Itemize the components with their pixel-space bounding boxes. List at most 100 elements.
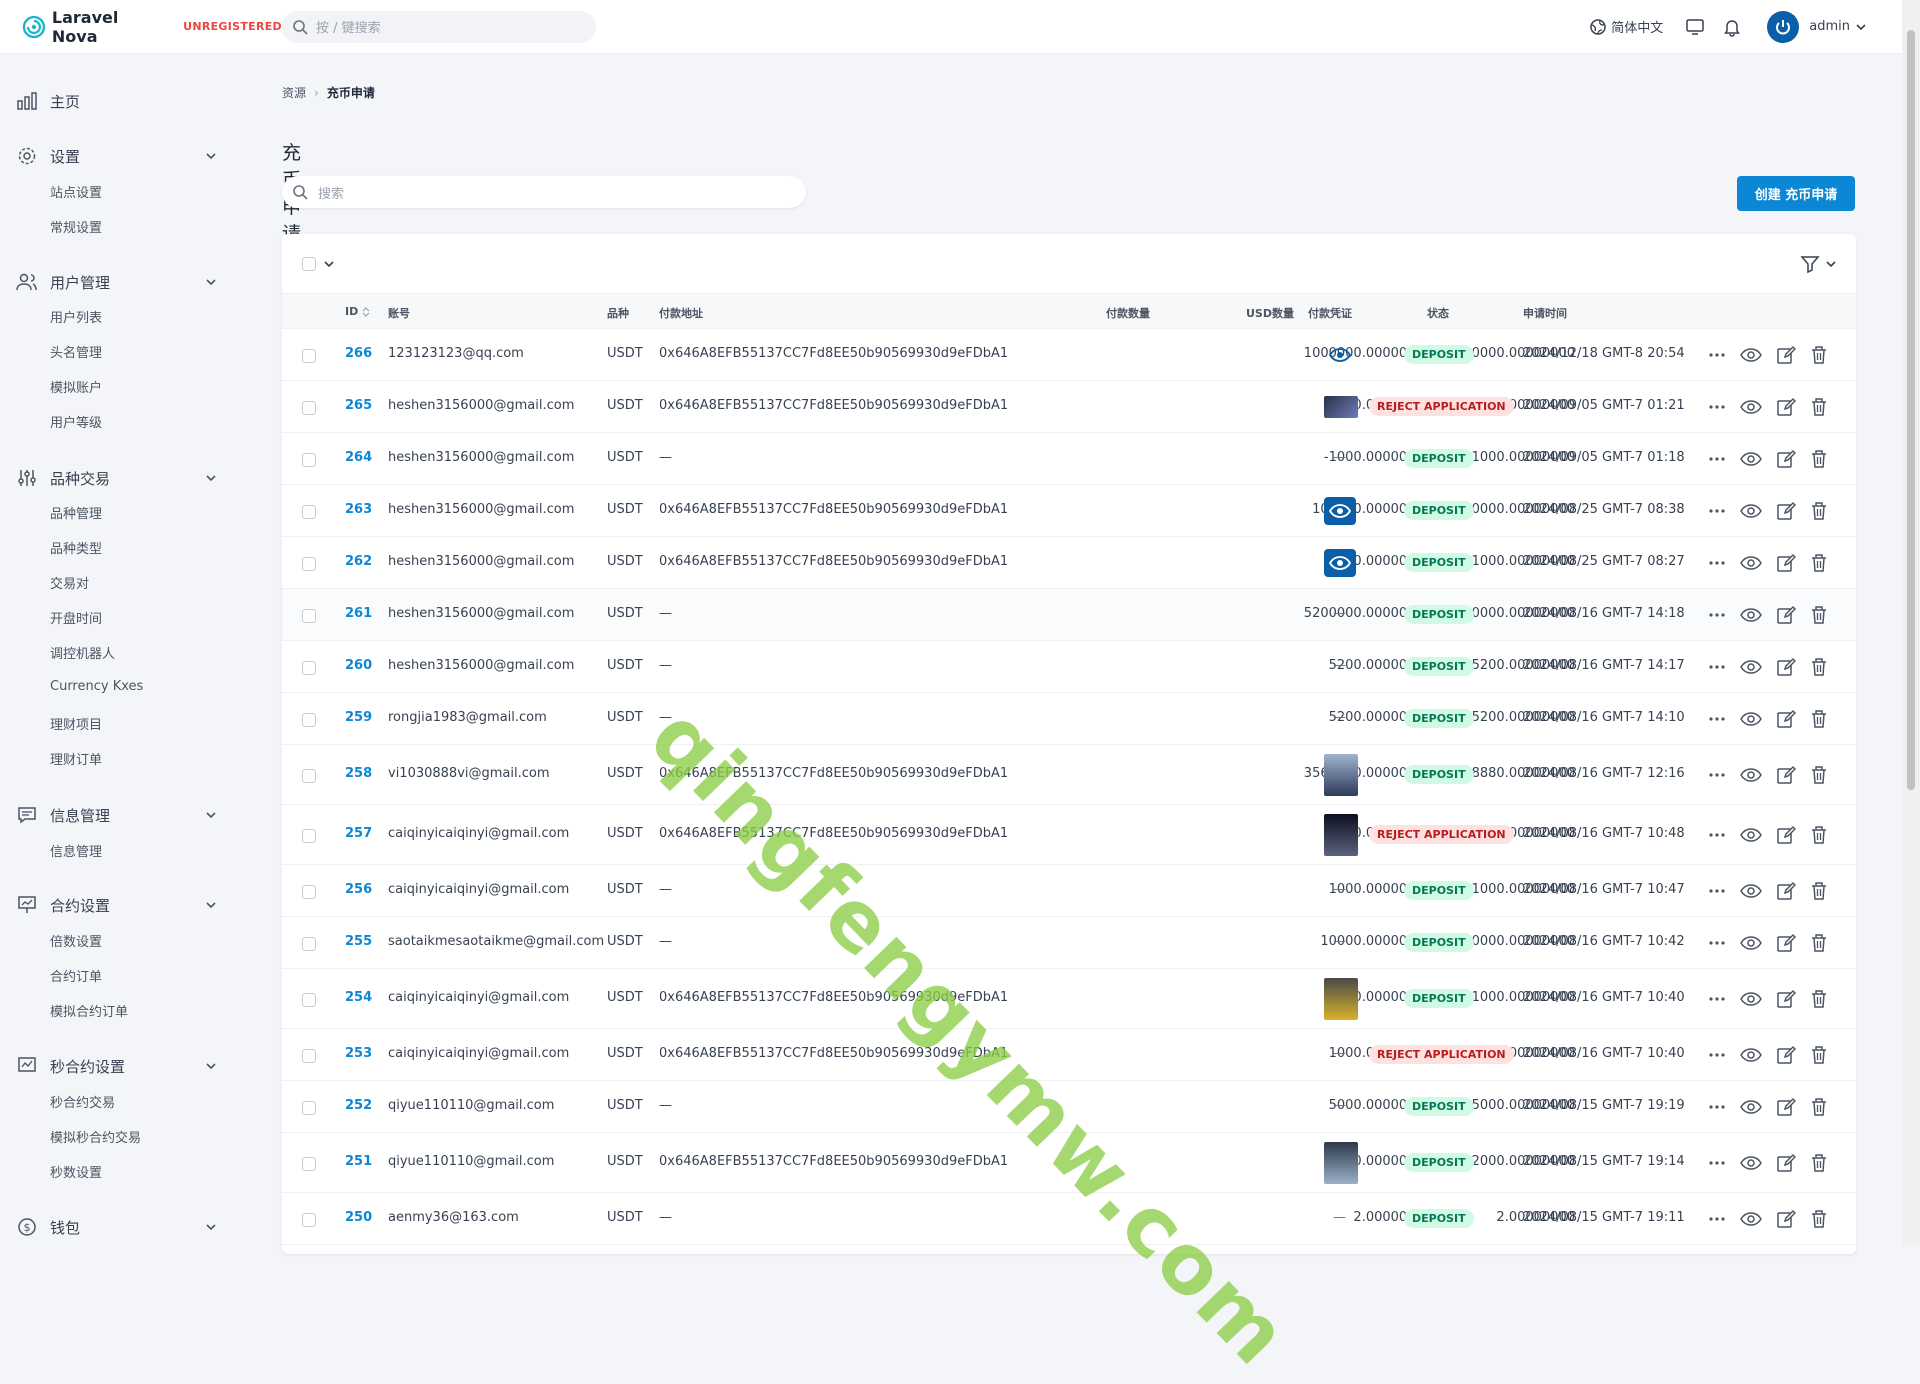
chevron-down-icon[interactable] bbox=[324, 260, 334, 268]
payment-proof-image[interactable] bbox=[1324, 754, 1358, 796]
edit-icon[interactable] bbox=[1776, 397, 1796, 417]
row-checkbox[interactable] bbox=[302, 1157, 316, 1171]
edit-icon[interactable] bbox=[1776, 765, 1796, 785]
table-row[interactable]: 263 heshen3156000@gmail.com USDT 0x646A8EFB… bbox=[282, 485, 1856, 537]
sidebar-item-general-settings[interactable]: 常规设置 bbox=[50, 217, 102, 236]
row-id-link[interactable]: 251 bbox=[345, 1154, 372, 1169]
row-checkbox[interactable] bbox=[302, 557, 316, 571]
delete-icon[interactable] bbox=[1810, 397, 1828, 417]
filter-menu[interactable] bbox=[1800, 254, 1836, 274]
payment-proof-image[interactable] bbox=[1324, 978, 1358, 1020]
more-icon[interactable] bbox=[1708, 345, 1726, 365]
delete-icon[interactable] bbox=[1810, 345, 1828, 365]
table-row[interactable]: 258 vi1030888vi@gmail.com USDT 0x646A8EFB55… bbox=[282, 745, 1856, 805]
edit-icon[interactable] bbox=[1776, 1153, 1796, 1173]
page-scrollbar[interactable] bbox=[1902, 0, 1920, 1245]
view-icon[interactable] bbox=[1740, 1153, 1762, 1173]
view-icon[interactable] bbox=[1740, 709, 1762, 729]
table-row[interactable]: 266 123123123@qq.com USDT 0x646A8EFB55137CC… bbox=[282, 329, 1856, 381]
edit-icon[interactable] bbox=[1776, 605, 1796, 625]
row-id-link[interactable]: 263 bbox=[345, 502, 372, 517]
row-id-link[interactable]: 255 bbox=[345, 934, 372, 949]
row-id-link[interactable]: 257 bbox=[345, 826, 372, 841]
view-icon[interactable] bbox=[1740, 881, 1762, 901]
desktop-icon[interactable] bbox=[1685, 18, 1705, 36]
edit-icon[interactable] bbox=[1776, 501, 1796, 521]
breadcrumb-root[interactable]: 资源 bbox=[282, 86, 306, 100]
sidebar-item-product-manage[interactable]: 品种管理 bbox=[50, 503, 102, 522]
user-menu[interactable]: admin bbox=[1759, 10, 1866, 43]
resource-search-input[interactable]: 搜索 bbox=[282, 176, 806, 208]
edit-icon[interactable] bbox=[1776, 1097, 1796, 1117]
sidebar-group-users[interactable]: 用户管理 bbox=[16, 271, 216, 293]
scrollbar-thumb[interactable] bbox=[1907, 30, 1915, 790]
edit-icon[interactable] bbox=[1776, 989, 1796, 1009]
more-icon[interactable] bbox=[1708, 605, 1726, 625]
more-icon[interactable] bbox=[1708, 989, 1726, 1009]
delete-icon[interactable] bbox=[1810, 765, 1828, 785]
edit-icon[interactable] bbox=[1776, 825, 1796, 845]
delete-icon[interactable] bbox=[1810, 605, 1828, 625]
row-checkbox[interactable] bbox=[302, 1101, 316, 1115]
table-row[interactable]: 252 qiyue110110@gmail.com USDT —5000.000000… bbox=[282, 1081, 1856, 1133]
sidebar-item-trading-pairs[interactable]: 交易对 bbox=[50, 573, 89, 592]
row-checkbox[interactable] bbox=[302, 401, 316, 415]
sidebar-item-finance-orders[interactable]: 理财订单 bbox=[50, 749, 102, 768]
app-logo[interactable]: Laravel Nova UNREGISTERED bbox=[22, 8, 282, 46]
sidebar-item-user-levels[interactable]: 用户等级 bbox=[50, 412, 102, 431]
sidebar-item-info-manage[interactable]: 信息管理 bbox=[50, 841, 102, 860]
row-checkbox[interactable] bbox=[302, 937, 316, 951]
view-icon[interactable] bbox=[1740, 605, 1762, 625]
eye-icon[interactable] bbox=[1324, 549, 1356, 577]
delete-icon[interactable] bbox=[1810, 709, 1828, 729]
delete-icon[interactable] bbox=[1810, 989, 1828, 1009]
row-id-link[interactable]: 261 bbox=[345, 606, 372, 621]
table-row[interactable]: 250 aenmy36@163.com USDT —2.00000000 2.00000… bbox=[282, 1193, 1856, 1245]
more-icon[interactable] bbox=[1708, 765, 1726, 785]
edit-icon[interactable] bbox=[1776, 709, 1796, 729]
view-icon[interactable] bbox=[1740, 933, 1762, 953]
more-icon[interactable] bbox=[1708, 397, 1726, 417]
edit-icon[interactable] bbox=[1776, 449, 1796, 469]
delete-icon[interactable] bbox=[1810, 881, 1828, 901]
row-checkbox[interactable] bbox=[302, 769, 316, 783]
delete-icon[interactable] bbox=[1810, 553, 1828, 573]
global-search-input[interactable]: 按 / 键搜索 bbox=[282, 10, 596, 43]
row-checkbox[interactable] bbox=[302, 505, 316, 519]
sidebar-item-demo-contract-orders[interactable]: 模拟合约订单 bbox=[50, 1001, 128, 1020]
row-checkbox[interactable] bbox=[302, 609, 316, 623]
table-row[interactable]: 255 saotaikmesaotaikme@gmail.com USDT —1000… bbox=[282, 917, 1856, 969]
delete-icon[interactable] bbox=[1810, 825, 1828, 845]
sidebar-item-demo-seconds-trades[interactable]: 模拟秒合约交易 bbox=[50, 1127, 141, 1146]
row-id-link[interactable]: 254 bbox=[345, 990, 372, 1005]
more-icon[interactable] bbox=[1708, 501, 1726, 521]
sidebar-item-contract-orders[interactable]: 合约订单 bbox=[50, 966, 102, 985]
table-row[interactable]: 257 caiqinyicaiqinyi@gmail.com USDT 0x646A8… bbox=[282, 805, 1856, 865]
row-checkbox[interactable] bbox=[302, 661, 316, 675]
row-checkbox[interactable] bbox=[302, 829, 316, 843]
view-icon[interactable] bbox=[1740, 553, 1762, 573]
row-id-link[interactable]: 265 bbox=[345, 398, 372, 413]
create-deposit-request-button[interactable]: 创建 充币申请 bbox=[1737, 176, 1855, 211]
view-icon[interactable] bbox=[1740, 397, 1762, 417]
more-icon[interactable] bbox=[1708, 657, 1726, 677]
sidebar-group-info[interactable]: 信息管理 bbox=[16, 804, 216, 826]
row-id-link[interactable]: 259 bbox=[345, 710, 372, 725]
row-id-link[interactable]: 253 bbox=[345, 1046, 372, 1061]
more-icon[interactable] bbox=[1708, 881, 1726, 901]
delete-icon[interactable] bbox=[1810, 933, 1828, 953]
table-row[interactable]: 251 qiyue110110@gmail.com USDT 0x646A8EFB55… bbox=[282, 1133, 1856, 1193]
sidebar-group-wallet[interactable]: $ 钱包 bbox=[16, 1216, 216, 1238]
row-id-link[interactable]: 250 bbox=[345, 1210, 372, 1225]
sidebar-item-seconds-settings[interactable]: 秒数设置 bbox=[50, 1162, 102, 1181]
sidebar-item-seconds-trades[interactable]: 秒合约交易 bbox=[50, 1092, 115, 1111]
sidebar-item-multiplier-settings[interactable]: 倍数设置 bbox=[50, 931, 102, 950]
delete-icon[interactable] bbox=[1810, 1153, 1828, 1173]
view-icon[interactable] bbox=[1740, 989, 1762, 1009]
eye-icon[interactable] bbox=[1324, 497, 1356, 525]
row-id-link[interactable]: 260 bbox=[345, 658, 372, 673]
sidebar-item-product-types[interactable]: 品种类型 bbox=[50, 538, 102, 557]
table-row[interactable]: 254 caiqinyicaiqinyi@gmail.com USDT 0x646A8… bbox=[282, 969, 1856, 1029]
eye-icon[interactable] bbox=[1324, 341, 1356, 369]
view-icon[interactable] bbox=[1740, 657, 1762, 677]
